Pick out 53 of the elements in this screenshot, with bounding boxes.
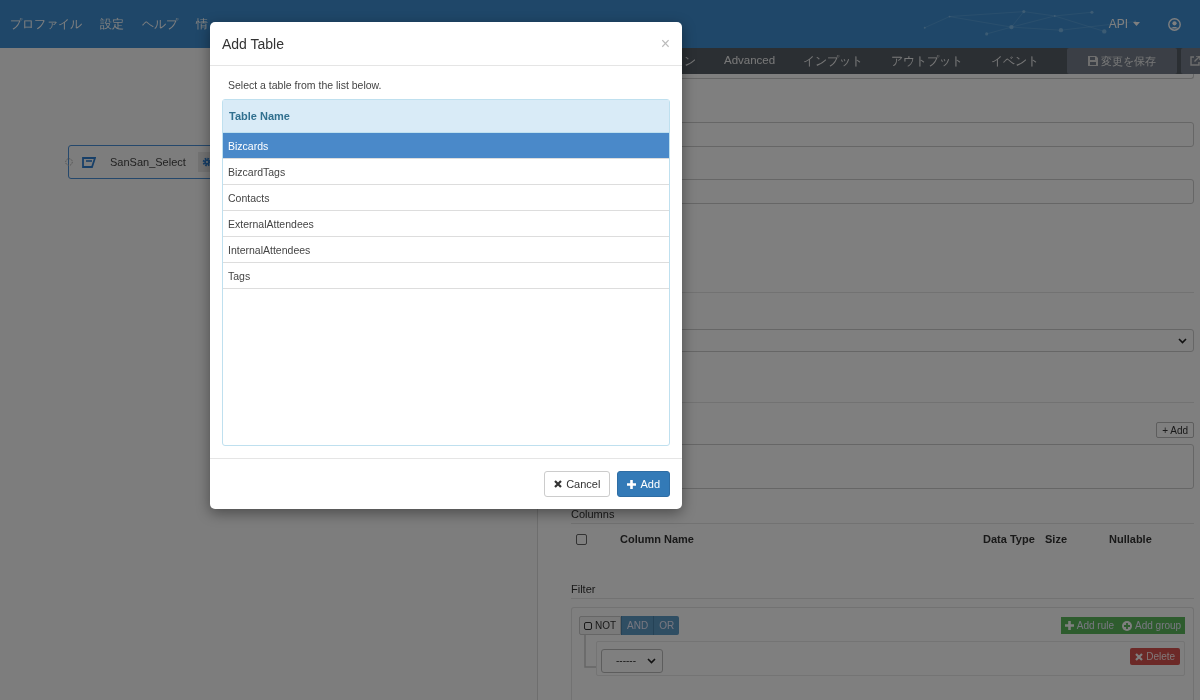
user-menu[interactable] (1168, 17, 1181, 31)
tab[interactable]: Advanced (724, 53, 776, 69)
not-checkbox[interactable] (584, 621, 592, 630)
close-icon (1135, 652, 1144, 661)
close-button[interactable]: × (660, 34, 670, 53)
condition-button[interactable]: AND (621, 616, 654, 635)
table-row[interactable]: Tags (223, 263, 669, 289)
add-button[interactable]: + Add (1156, 422, 1195, 438)
cancel-button[interactable]: Cancel (544, 471, 611, 497)
table-node-icon (82, 156, 96, 168)
column-header: Column Name (620, 533, 695, 545)
select-all-checkbox[interactable] (576, 533, 587, 545)
plus-icon (627, 479, 637, 489)
not-toggle[interactable]: NOT (579, 616, 622, 635)
plus-icon (1064, 621, 1074, 630)
external-link-icon (1190, 56, 1200, 66)
table-row[interactable]: BizcardTags (223, 159, 669, 185)
add-rule-button[interactable]: Add rule (1060, 617, 1118, 634)
select-value: ------ (616, 655, 636, 666)
chevron-down-icon (1178, 337, 1188, 344)
settings-icon (201, 157, 212, 167)
nav-link[interactable]: 情 (196, 15, 208, 33)
instruction-text: Select a table from the list below. (228, 79, 383, 91)
section-title: Columns (571, 508, 616, 520)
table-row[interactable]: InternalAttendees (223, 237, 669, 263)
condition-button[interactable]: OR (653, 616, 680, 635)
nav-link[interactable]: 設定 (100, 15, 124, 33)
column-header: Data Type (983, 533, 1036, 545)
table-header: Table Name (223, 100, 669, 133)
column-header: Size (1045, 533, 1068, 545)
connector-icon (65, 158, 73, 166)
tab[interactable]: ン (684, 53, 696, 69)
dialog-title: Add Table (222, 35, 284, 52)
table-row[interactable]: Contacts (223, 185, 669, 211)
nav-link[interactable]: プロファイル (10, 15, 82, 33)
delete-button[interactable]: Delete (1130, 648, 1181, 665)
caret-icon (1133, 22, 1140, 26)
column-header: Nullable (1109, 533, 1153, 545)
table-row[interactable]: ExternalAttendees (223, 211, 669, 237)
field-select[interactable]: ------ (601, 648, 663, 673)
add-group-button[interactable]: Add group (1118, 617, 1186, 634)
close-icon (554, 480, 563, 488)
node-label: SanSan_Select (110, 156, 186, 168)
table-row[interactable]: Bizcards (223, 133, 669, 159)
plus-circle-icon (1122, 620, 1132, 631)
tree-connector-icon (584, 634, 596, 670)
section-title: Filter (571, 583, 597, 595)
add-button[interactable]: Add (617, 471, 670, 497)
user-icon (1168, 17, 1181, 31)
nav-link[interactable]: ヘルプ (142, 15, 178, 33)
floppy-icon (1088, 56, 1099, 66)
chevron-down-icon (647, 657, 656, 664)
api-dropdown[interactable]: API (1108, 17, 1140, 31)
